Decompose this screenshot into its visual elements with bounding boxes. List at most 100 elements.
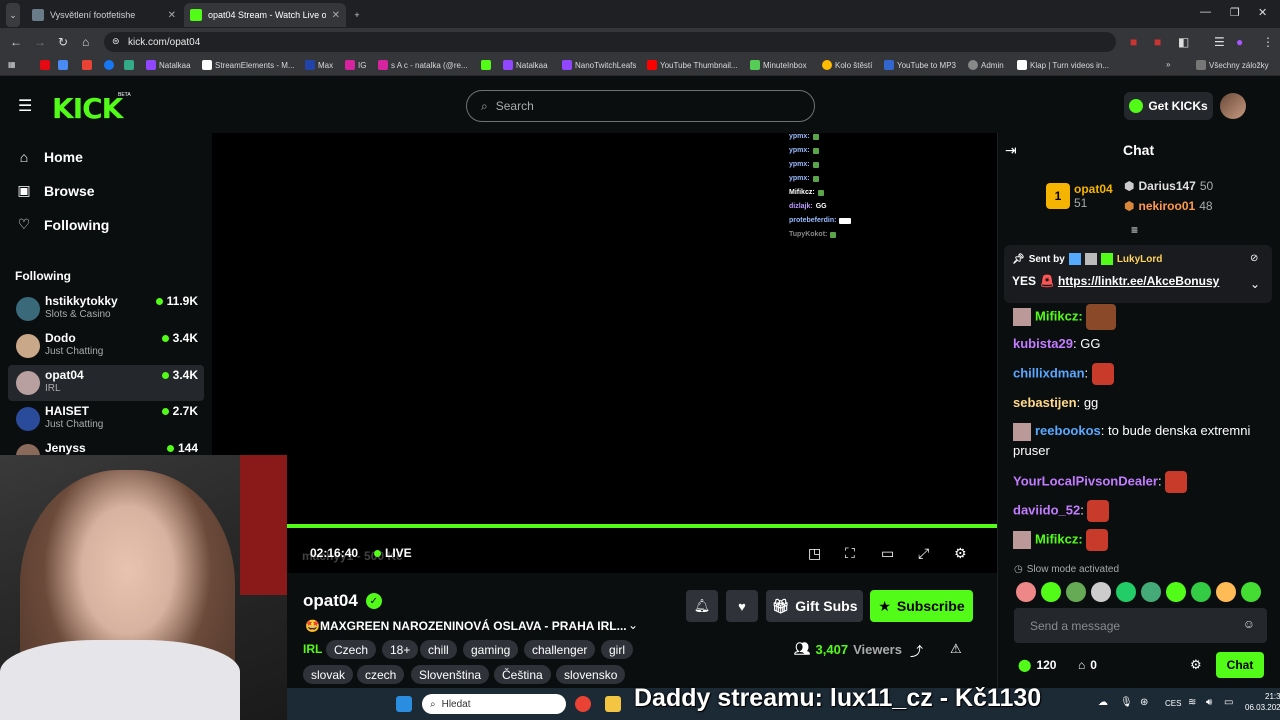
bookmark-ig[interactable]: IG bbox=[345, 60, 366, 70]
emote-icon[interactable] bbox=[1091, 582, 1111, 602]
bookmark-icon[interactable] bbox=[124, 60, 134, 70]
bookmark-natalkaa-2[interactable]: Natalkaa bbox=[503, 60, 548, 70]
tray-icon[interactable]: ⊛ bbox=[1140, 697, 1148, 708]
pinned-link[interactable]: https://linktr.ee/AkceBonusy bbox=[1058, 274, 1219, 288]
bookmark-youtube-mp3[interactable]: YouTube to MP3 bbox=[884, 60, 956, 70]
volume-icon[interactable]: 🔊︎ bbox=[1206, 697, 1212, 708]
bookmark-klap[interactable]: Klap | Turn videos in... bbox=[1017, 60, 1109, 70]
emote-icon[interactable] bbox=[1066, 582, 1086, 602]
report-warning-icon[interactable]: ⚠ bbox=[950, 641, 962, 657]
restore-icon[interactable]: ❐ bbox=[1230, 6, 1240, 19]
reload-icon[interactable]: ↻ bbox=[58, 35, 68, 49]
extension-icon[interactable]: ■ bbox=[1130, 35, 1137, 49]
tag[interactable]: czech bbox=[357, 665, 405, 684]
tag[interactable]: gaming bbox=[463, 640, 519, 659]
all-bookmarks[interactable]: Všechny záložky bbox=[1196, 60, 1269, 70]
leaderboard-first[interactable]: 1 opat04 51 bbox=[1046, 182, 1113, 210]
bookmark-gmail[interactable] bbox=[82, 60, 92, 70]
hamburger-menu-icon[interactable]: ☰ bbox=[18, 96, 32, 116]
emote-icon[interactable] bbox=[1141, 582, 1161, 602]
media-icon[interactable]: ☰ bbox=[1214, 35, 1225, 49]
settings-gear-icon[interactable]: ⚙ bbox=[954, 545, 970, 561]
bookmark-admin[interactable]: Admin bbox=[968, 60, 1004, 70]
language-indicator[interactable]: CES bbox=[1165, 699, 1181, 708]
bookmark-icon[interactable] bbox=[58, 60, 68, 70]
site-info-icon[interactable]: ⊜ bbox=[112, 36, 120, 47]
tab-search-button[interactable]: ⌄ bbox=[6, 3, 20, 27]
microphone-icon[interactable]: 🎙︎ bbox=[1120, 697, 1133, 708]
address-bar[interactable]: ⊜ kick.com/opat04 bbox=[104, 32, 1116, 52]
stream-category[interactable]: IRL bbox=[303, 642, 322, 656]
emote-icon[interactable] bbox=[1191, 582, 1211, 602]
following-item-opat04[interactable]: opat04 IRL 3.4K bbox=[8, 365, 204, 401]
tag[interactable]: Czech bbox=[326, 640, 377, 659]
chevron-down-icon[interactable]: ⌄ bbox=[1250, 277, 1260, 291]
file-explorer-icon[interactable] bbox=[605, 696, 621, 712]
bookmark-facebook[interactable] bbox=[104, 60, 114, 70]
following-item-haiset[interactable]: HAISET Just Chatting 2.7K bbox=[8, 401, 204, 437]
nav-following[interactable]: ♡ Following bbox=[16, 216, 110, 233]
emote-icon[interactable] bbox=[1241, 582, 1261, 602]
theater-mode-icon[interactable]: ▭ bbox=[881, 545, 897, 561]
tag[interactable]: slovak bbox=[303, 665, 354, 684]
bookmark-minuteinbox[interactable]: MinuteInbox bbox=[750, 60, 807, 70]
close-window-icon[interactable]: ✕ bbox=[1258, 6, 1267, 19]
miniplayer-icon[interactable]: ◳ bbox=[808, 545, 824, 561]
battery-icon[interactable]: ▭ bbox=[1224, 697, 1233, 708]
subscribe-button[interactable]: ★ Subscribe bbox=[870, 590, 973, 622]
user-avatar[interactable] bbox=[1220, 93, 1246, 119]
close-icon[interactable]: ✕ bbox=[332, 10, 340, 21]
bookmark-instagram[interactable]: s A c - natalka (@re... bbox=[378, 60, 468, 70]
extension-icon[interactable]: ■ bbox=[1154, 35, 1161, 49]
share-icon[interactable]: ⤴ bbox=[910, 641, 923, 660]
emote-icon[interactable] bbox=[1016, 582, 1036, 602]
tag[interactable]: chill bbox=[420, 640, 457, 659]
send-chat-button[interactable]: Chat bbox=[1216, 652, 1264, 678]
emote-icon[interactable] bbox=[1041, 582, 1061, 602]
emote-icon[interactable] bbox=[1216, 582, 1236, 602]
nav-home[interactable]: ⌂ Home bbox=[16, 149, 83, 165]
tab-2[interactable]: opat04 Stream - Watch Live on ✕ bbox=[184, 3, 346, 27]
tag[interactable]: 18+ bbox=[382, 640, 419, 659]
chrome-icon[interactable] bbox=[575, 696, 591, 712]
emoji-picker-icon[interactable]: ☺ bbox=[1243, 617, 1255, 631]
leaderboard-third[interactable]: ⬢ nekiroo01 48 bbox=[1124, 199, 1213, 213]
video-progress-bar[interactable] bbox=[287, 524, 997, 528]
taskbar-clock[interactable]: 21:32 06.03.2026 bbox=[1245, 691, 1280, 713]
clip-icon[interactable]: ⛶ bbox=[845, 545, 861, 561]
tag[interactable]: Čeština bbox=[494, 665, 551, 684]
menu-icon[interactable]: ⋮ bbox=[1262, 35, 1274, 49]
close-icon[interactable]: ✕ bbox=[168, 10, 176, 21]
gift-subs-button[interactable]: 🎁︎ Gift Subs bbox=[766, 590, 863, 622]
chat-message-input[interactable]: Send a message ☺ bbox=[1014, 608, 1267, 643]
kick-logo[interactable]: KICK bbox=[52, 92, 123, 125]
video-player[interactable] bbox=[212, 133, 997, 573]
get-kicks-button[interactable]: Get KICKs bbox=[1124, 92, 1213, 120]
bookmark-kick[interactable] bbox=[481, 60, 491, 70]
more-bookmarks-icon[interactable]: » bbox=[1166, 60, 1170, 69]
channel-points[interactable]: ⬤ 120 bbox=[1018, 658, 1056, 672]
apps-icon[interactable]: ▦ bbox=[8, 60, 16, 69]
taskbar-search[interactable]: ⌕ Hledat bbox=[422, 694, 566, 714]
tag[interactable]: Slovenština bbox=[411, 665, 490, 684]
forward-icon[interactable]: → bbox=[34, 35, 46, 49]
tray-icon[interactable]: ☁ bbox=[1098, 697, 1108, 708]
tag[interactable]: challenger bbox=[524, 640, 596, 659]
bookmark-kolo-stesti[interactable]: Kolo štěstí bbox=[822, 60, 872, 70]
unpin-icon[interactable]: ⊘ bbox=[1250, 253, 1258, 264]
follow-heart-button[interactable]: ♥ bbox=[726, 590, 758, 622]
bookmark-youtube-thumbnail[interactable]: YouTube Thumbnail... bbox=[647, 60, 738, 70]
following-item-dodo[interactable]: Dodo Just Chatting 3.4K bbox=[8, 328, 204, 364]
notification-bell-button[interactable]: 🔔︎ bbox=[686, 590, 718, 622]
bookmark-nanotwitchleafs[interactable]: NanoTwitchLeafs bbox=[562, 60, 636, 70]
streamer-name[interactable]: opat04 ✓ bbox=[303, 591, 382, 611]
bookmark-streamelements[interactable]: StreamElements - M... bbox=[202, 60, 295, 70]
collapse-chat-icon[interactable]: ⇥ bbox=[1005, 142, 1017, 159]
chat-settings-icon[interactable]: ⚙ bbox=[1190, 657, 1202, 673]
home-icon[interactable]: ⌂ bbox=[82, 35, 89, 49]
store-points[interactable]: ⌂ 0 bbox=[1078, 658, 1097, 672]
wifi-icon[interactable]: ≋ bbox=[1188, 697, 1196, 708]
chevron-down-icon[interactable]: ⌄ bbox=[628, 618, 638, 632]
bookmark-natalkaa[interactable]: Natalkaa bbox=[146, 60, 191, 70]
tab-1[interactable]: Vysvětlení footfetishe ✕ bbox=[26, 3, 182, 27]
